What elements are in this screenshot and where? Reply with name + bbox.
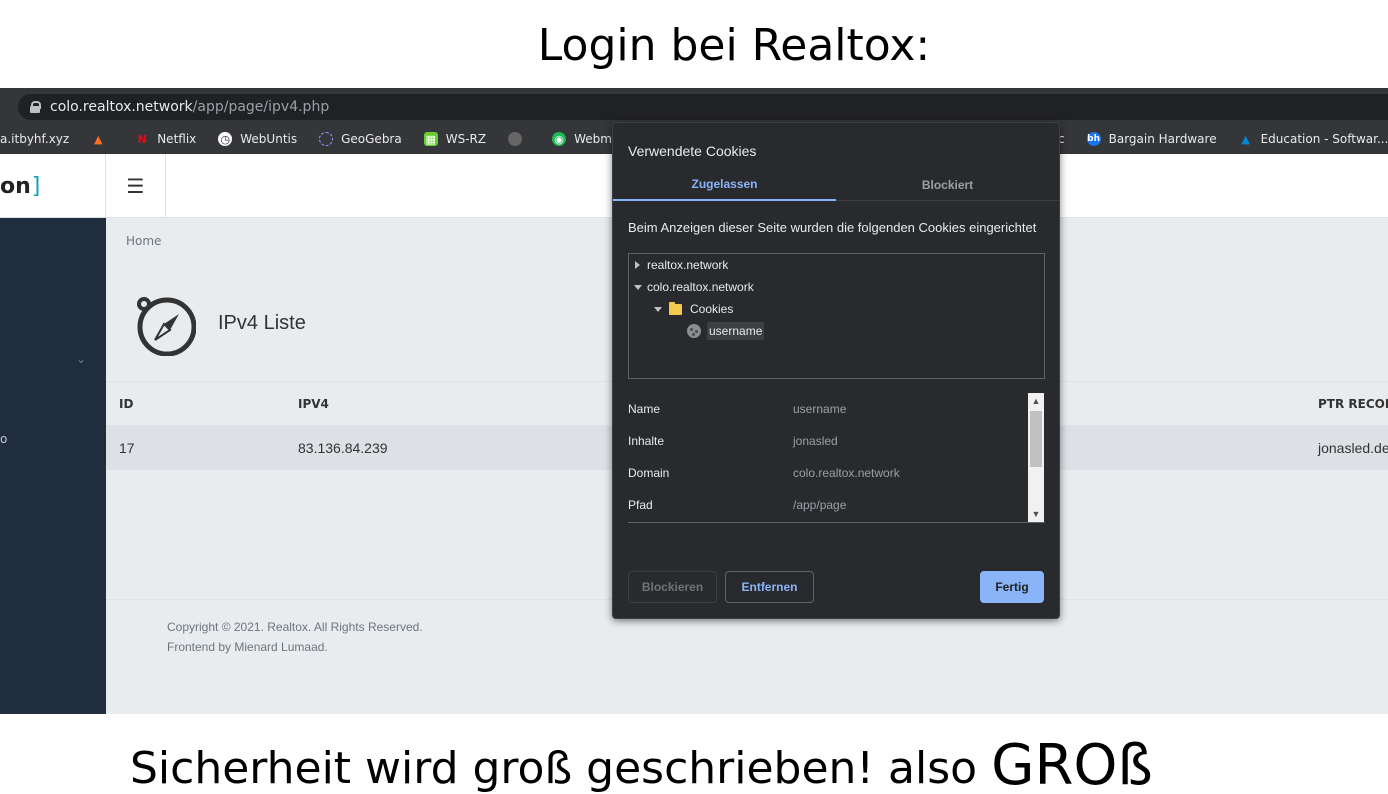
gitlab-icon: ▲ [93, 132, 103, 146]
done-button[interactable]: Fertig [980, 571, 1044, 603]
cookie-tree: realtox.network colo.realtox.network Coo… [628, 253, 1045, 379]
dialog-title: Verwendete Cookies [628, 143, 757, 159]
cookie-icon [687, 324, 701, 338]
bookmark-ws-rz[interactable]: ▦ WS-RZ [423, 132, 486, 146]
cell-ptr: jonasled.de [1318, 440, 1388, 456]
bookmark-globe[interactable] [508, 132, 530, 146]
sidebar-item-fragment[interactable]: o [0, 432, 7, 446]
tree-item-username-cookie[interactable]: username [687, 321, 765, 341]
browser-toolbar: colo.realtox.network/app/page/ipv4.php [0, 88, 1388, 124]
dialog-description: Beim Anzeigen dieser Seite wurden die fo… [628, 220, 1037, 235]
lock-icon [30, 101, 41, 113]
details-scrollbar[interactable]: ▲ ▼ [1028, 393, 1044, 522]
scroll-up-icon[interactable]: ▲ [1028, 393, 1044, 409]
webuntis-icon: ◷ [218, 132, 233, 146]
detail-row-domain: Domain colo.realtox.network [628, 466, 900, 480]
hamburger-menu-icon[interactable]: ☰ [106, 154, 166, 218]
column-header-ptr[interactable]: PTR RECOR [1318, 382, 1388, 426]
url-path: /app/page/ipv4.php [192, 99, 330, 115]
url-host: colo.realtox.network [50, 99, 193, 115]
cookies-dialog: Verwendete Cookies Zugelassen Blockiert … [612, 122, 1060, 619]
page-title: IPv4 Liste [218, 312, 306, 334]
column-header-id[interactable]: ID [119, 382, 133, 426]
bookmark-bargain-hardware[interactable]: bh Bargain Hardware [1086, 132, 1217, 146]
cell-ipv4: 83.136.84.239 [298, 440, 388, 456]
bookmarks-bar-right: c bh Bargain Hardware ▲ Education - Soft… [1058, 124, 1388, 154]
detail-row-path: Pfad /app/page [628, 498, 847, 512]
tab-blocked[interactable]: Blockiert [836, 169, 1059, 201]
scroll-down-icon[interactable]: ▼ [1028, 506, 1044, 522]
scrollbar-thumb[interactable] [1030, 411, 1042, 467]
bargain-hardware-icon: bh [1086, 132, 1101, 146]
tree-item-colo-realtox-network[interactable]: colo.realtox.network [634, 277, 754, 297]
folder-icon [669, 301, 682, 315]
breadcrumb[interactable]: Home [126, 234, 161, 248]
detail-row-content: Inhalte jonasled [628, 434, 838, 448]
sidebar: ⌄ o [0, 218, 106, 714]
bookmark-geogebra[interactable]: GeoGebra [319, 132, 402, 146]
address-bar[interactable]: colo.realtox.network/app/page/ipv4.php [18, 94, 1388, 120]
wsrz-icon: ▦ [423, 132, 438, 146]
bookmark-netflix[interactable]: N Netflix [135, 132, 197, 146]
tab-allowed[interactable]: Zugelassen [613, 169, 836, 201]
block-button[interactable]: Blockieren [628, 571, 717, 603]
slide-subtitle: Sicherheit wird groß geschrieben! also GR… [130, 733, 1153, 794]
emphasis-text: GROß [991, 733, 1153, 794]
bookmark-itbyhf[interactable]: a.itbyhf.xyz [0, 132, 69, 146]
bookmark-webuntis[interactable]: ◷ WebUntis [218, 132, 297, 146]
column-header-ipv4[interactable]: IPV4 [298, 382, 329, 426]
site-logo[interactable]: on] [0, 154, 106, 218]
remove-button[interactable]: Entfernen [725, 571, 814, 603]
compass-icon [137, 297, 196, 356]
cell-id: 17 [119, 440, 135, 456]
expand-arrow-icon[interactable] [635, 261, 640, 269]
geogebra-icon [319, 132, 334, 146]
cookie-details: Name username Inhalte jonasled Domain co… [628, 393, 1045, 523]
globe-icon [508, 132, 523, 146]
azure-icon: ▲ [1241, 132, 1250, 146]
dialog-tabs: Zugelassen Blockiert [613, 169, 1059, 201]
collapse-arrow-icon[interactable] [654, 306, 662, 312]
slide-title: Login bei Realtox: [537, 19, 931, 71]
chevron-down-icon[interactable]: ⌄ [76, 352, 86, 366]
detail-row-name: Name username [628, 402, 847, 416]
tree-item-cookies-folder[interactable]: Cookies [654, 299, 733, 319]
bookmark-gitlab[interactable]: ▲ [91, 132, 113, 146]
footer-credit: Frontend by Mienard Lumaad. [167, 640, 328, 654]
collapse-arrow-icon[interactable] [634, 284, 642, 290]
webmail-icon: ◉ [552, 132, 567, 146]
browser-screenshot: colo.realtox.network/app/page/ipv4.php a… [0, 88, 1388, 714]
footer-copyright: Copyright © 2021. Realtox. All Rights Re… [167, 620, 423, 634]
tree-item-realtox-network[interactable]: realtox.network [635, 255, 728, 275]
netflix-icon: N [137, 132, 147, 146]
bookmark-education[interactable]: ▲ Education - Softwar... [1239, 132, 1388, 146]
